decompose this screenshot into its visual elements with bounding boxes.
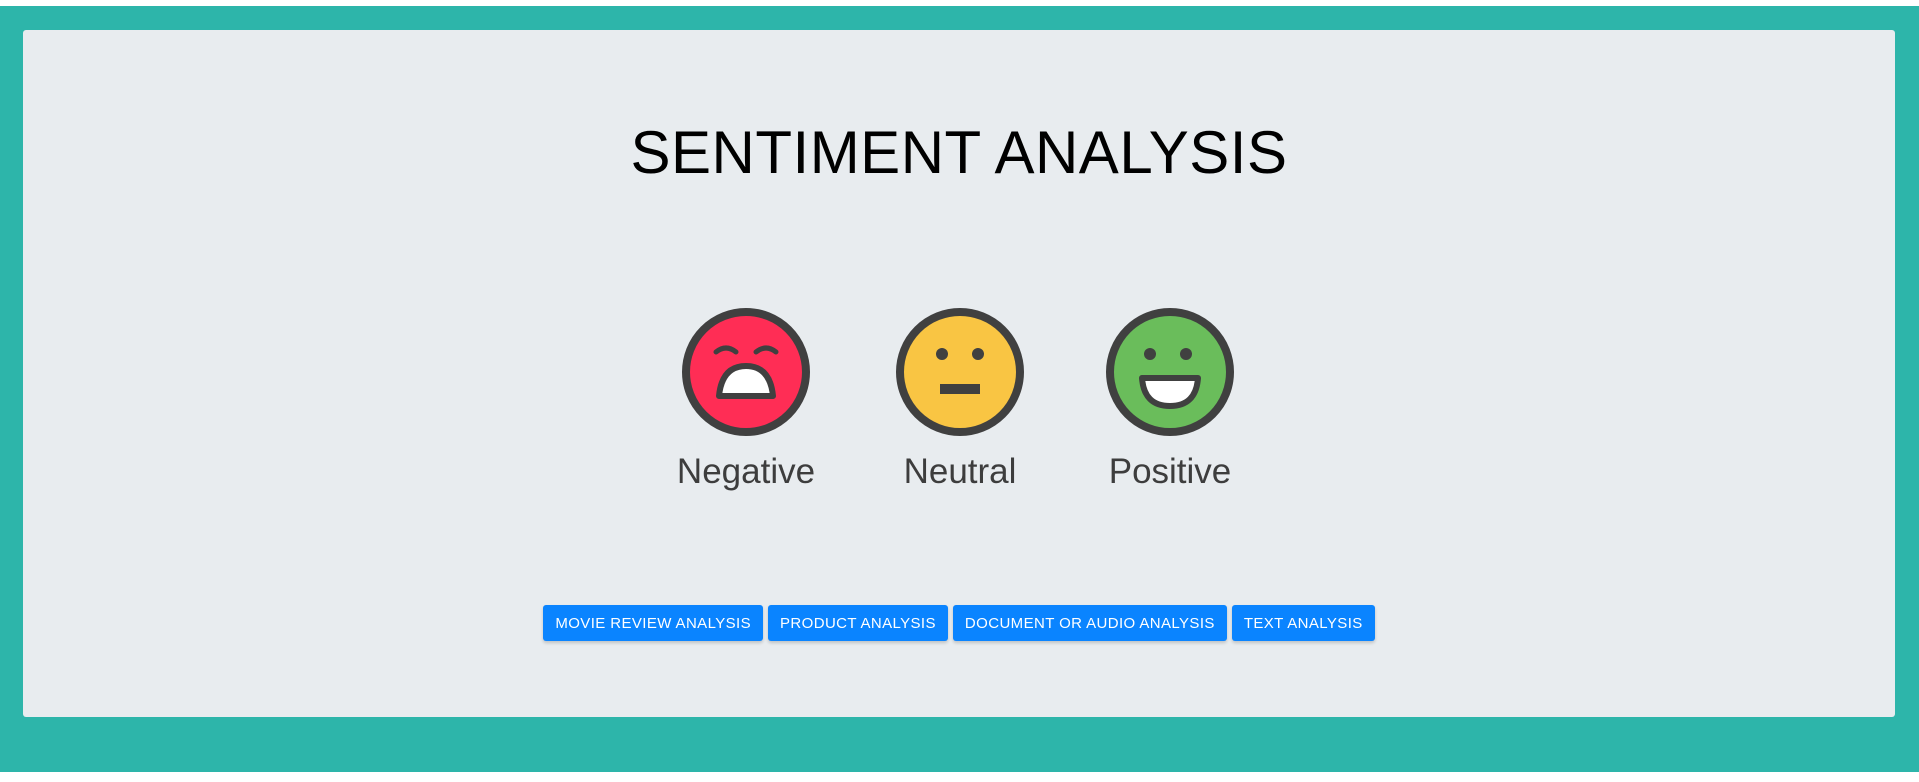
sentiment-label-neutral: Neutral	[903, 452, 1017, 491]
page-title: SENTIMENT ANALYSIS	[630, 119, 1288, 186]
document-audio-analysis-button[interactable]: DOCUMENT OR AUDIO ANALYSIS	[952, 605, 1227, 641]
analysis-button-bar: MOVIE REVIEW ANALYSIS PRODUCT ANALYSIS D…	[23, 605, 1895, 641]
happy-face-icon	[1106, 308, 1234, 436]
sentiment-negative: Negative	[666, 308, 826, 492]
main-panel: SENTIMENT ANALYSIS Negative Neutral Posi…	[23, 30, 1895, 717]
sentiment-label-positive: Positive	[1108, 452, 1232, 491]
sentiment-neutral: Neutral	[880, 308, 1040, 492]
sentiment-label-negative: Negative	[676, 452, 816, 491]
movie-review-analysis-button[interactable]: MOVIE REVIEW ANALYSIS	[543, 605, 764, 641]
sad-face-icon	[682, 308, 810, 436]
product-analysis-button[interactable]: PRODUCT ANALYSIS	[768, 605, 948, 641]
text-analysis-button[interactable]: TEXT ANALYSIS	[1231, 605, 1375, 641]
sentiment-positive: Positive	[1090, 308, 1250, 492]
neutral-face-icon	[896, 308, 1024, 436]
page-frame: SENTIMENT ANALYSIS Negative Neutral Posi…	[0, 6, 1919, 772]
